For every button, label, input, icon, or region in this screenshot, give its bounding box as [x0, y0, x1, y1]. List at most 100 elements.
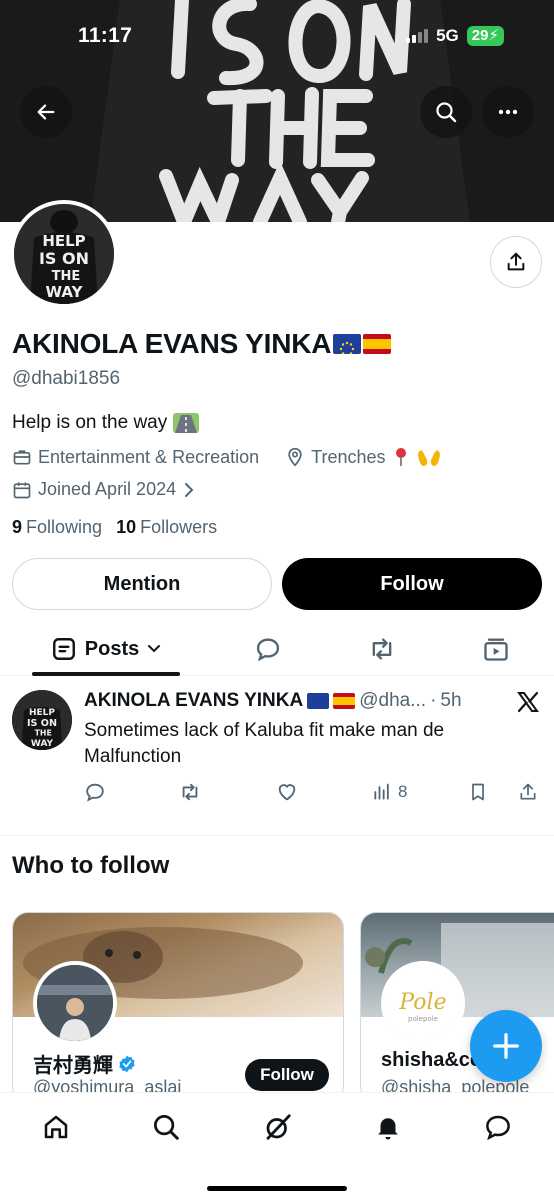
compose-button[interactable] [470, 1010, 542, 1082]
motorway-icon [173, 413, 200, 433]
share-icon [507, 252, 525, 271]
avatar-image: HELP IS ON THE WAY [14, 204, 114, 304]
chevron-down-icon [148, 645, 161, 653]
profile-avatar[interactable]: HELP IS ON THE WAY [10, 200, 118, 308]
media-icon [484, 638, 508, 661]
profile-meta-row: Entertainment & Recreation Trenches [12, 446, 442, 468]
post-avatar-text-1: HELP [29, 708, 55, 718]
post-avatar-image: HELP IS ON THE WAY [12, 690, 72, 750]
profile-joined-row[interactable]: Joined April 2024 [12, 479, 196, 500]
nav-home[interactable] [36, 1107, 76, 1147]
location-icon [288, 447, 302, 467]
tab-posts-label: Posts [84, 637, 140, 660]
who-to-follow-title: Who to follow [12, 852, 170, 879]
post-timestamp[interactable]: 5h [440, 690, 461, 712]
post-avatar-text-3: THE [35, 729, 52, 738]
share-icon [520, 783, 536, 800]
reply-button[interactable] [84, 778, 106, 806]
tab-replies[interactable] [240, 622, 296, 676]
follow-counts: 9 Following 10 Followers [12, 517, 217, 538]
suggestion-card[interactable]: 吉村勇輝 @yoshimura_aslai Follow [12, 912, 344, 1102]
briefcase-icon [13, 450, 31, 465]
reply-bubble-icon [256, 638, 280, 662]
nav-grok[interactable] [258, 1107, 298, 1147]
round-pushpin-icon [395, 448, 406, 466]
post-avatar[interactable]: HELP IS ON THE WAY [12, 690, 72, 750]
views-button[interactable]: 8 [372, 778, 407, 806]
following-count: 9 [12, 517, 23, 537]
post-text: Sometimes lack of Kaluba fit make man de… [84, 720, 445, 767]
profile-category[interactable]: Entertainment & Recreation [38, 447, 259, 468]
bio-text: Help is on the way [12, 412, 168, 433]
flag-spain-icon [333, 693, 356, 709]
following-label: Following [26, 517, 103, 537]
repost-button[interactable] [178, 778, 202, 806]
like-button[interactable] [276, 778, 298, 806]
post-avatar-text-4: WAY [31, 739, 54, 749]
plus-icon [493, 1033, 519, 1059]
profile-location: Trenches [311, 446, 386, 467]
post-share-button[interactable] [518, 778, 538, 806]
card-avatar-logo-subtext: polepole [408, 1015, 438, 1023]
status-indicators: 5G 29⚡ [406, 26, 504, 46]
card-name-text: 吉村勇輝 [33, 1055, 113, 1077]
bell-icon [378, 1118, 398, 1140]
tab-reposts[interactable] [354, 622, 410, 676]
nav-notifications[interactable] [368, 1107, 408, 1147]
status-bar: 11:17 5G 29⚡ [0, 0, 554, 74]
repost-icon [372, 638, 392, 660]
back-button[interactable] [20, 86, 72, 138]
more-dots-icon [498, 109, 518, 115]
flag-eu-icon [307, 693, 330, 709]
following-link[interactable]: 9 Following [12, 517, 102, 538]
avatar-text-1: HELP [42, 232, 85, 250]
post-author-name[interactable]: AKINOLA EVANS YINKA [84, 690, 303, 712]
calendar-icon [13, 482, 31, 498]
bottom-nav [0, 1092, 554, 1200]
tab-posts[interactable]: Posts [32, 622, 180, 676]
message-icon [486, 1115, 510, 1141]
search-button[interactable] [420, 86, 472, 138]
posts-icon [52, 638, 75, 660]
profile-bio: Help is on the way [12, 412, 200, 434]
nav-messages[interactable] [478, 1107, 518, 1147]
grok-icon [266, 1114, 291, 1140]
battery-icon: 29⚡ [466, 26, 504, 46]
more-options-button[interactable] [482, 86, 534, 138]
card-follow-button[interactable]: Follow [245, 1059, 329, 1091]
card-avatar-logo-text: Pole [398, 990, 446, 1015]
flag-eu-icon [333, 334, 362, 354]
profile-joined: Joined April 2024 [38, 479, 177, 499]
mention-button[interactable]: Mention [12, 558, 272, 610]
nav-search[interactable] [146, 1107, 186, 1147]
post-item[interactable]: HELP IS ON THE WAY AKINOLA EVANS YINKA @… [0, 676, 554, 836]
follow-button[interactable]: Follow [282, 558, 542, 610]
home-icon [44, 1115, 68, 1139]
grok-x-button[interactable] [516, 690, 540, 719]
post-author-handle: @dha... [359, 690, 427, 711]
avatar-text-3: THE [52, 269, 81, 284]
tab-media[interactable] [468, 622, 524, 676]
search-icon [436, 102, 457, 123]
avatar-text-2: IS ON [39, 249, 89, 268]
chevron-right-icon [185, 482, 194, 497]
followers-link[interactable]: 10 Followers [116, 517, 217, 538]
views-chart-icon [374, 783, 389, 800]
post-separator: · [430, 690, 437, 711]
bookmark-button[interactable] [468, 778, 488, 806]
avatar-text-4: WAY [46, 283, 84, 301]
share-button[interactable] [490, 236, 542, 288]
views-count: 8 [398, 782, 408, 801]
arrow-left-icon [37, 104, 55, 120]
heart-icon [278, 784, 296, 801]
battery-level: 29 [471, 27, 489, 44]
card-avatar[interactable]: Pole polepole [381, 961, 465, 1045]
home-indicator [207, 1186, 347, 1191]
card-avatar[interactable] [33, 961, 117, 1045]
verified-badge-icon [119, 1055, 135, 1072]
reply-icon [86, 783, 104, 802]
post-header: AKINOLA EVANS YINKA @dha... · 5h [84, 690, 462, 712]
bookmark-icon [472, 783, 484, 801]
post-actions: 8 [84, 778, 544, 806]
profile-tabs: Posts [0, 622, 554, 676]
